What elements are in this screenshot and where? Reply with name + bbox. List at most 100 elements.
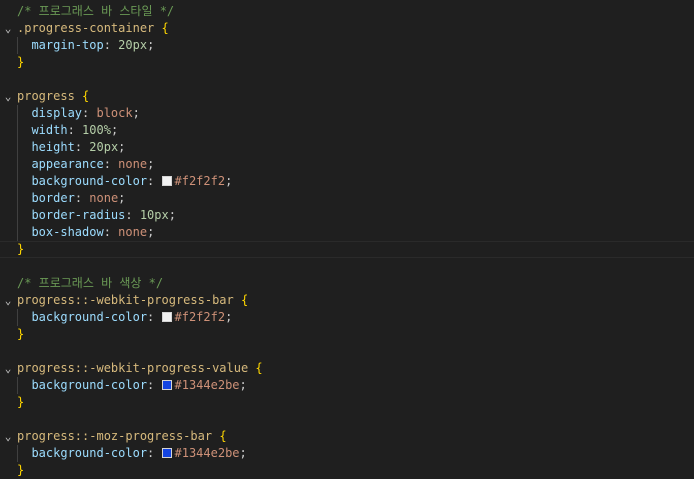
css-value: 20px — [89, 140, 119, 154]
code-text: border: none; — [31, 191, 126, 205]
css-value: #f2f2f2 — [174, 174, 226, 188]
css-value: none — [118, 157, 148, 171]
open-brace: { — [219, 429, 227, 443]
code-line[interactable]: box-shadow: none; — [0, 224, 694, 241]
code-line[interactable]: background-color: #1344e2be; — [0, 377, 694, 394]
code-line[interactable]: border: none; — [0, 190, 694, 207]
code-text: background-color: #1344e2be; — [31, 446, 247, 460]
code-text: background-color: #f2f2f2; — [31, 174, 233, 188]
code-line[interactable] — [0, 343, 694, 360]
css-property: background-color — [31, 310, 148, 324]
code-line[interactable]: border-radius: 10px; — [0, 207, 694, 224]
code-line[interactable]: /* 프로그래스 바 스타일 */ — [0, 3, 694, 20]
css-selector: progress::-webkit-progress-bar — [17, 293, 234, 307]
code-line[interactable]: ⌄ .progress-container { — [0, 20, 694, 37]
code-line[interactable]: height: 20px; — [0, 139, 694, 156]
css-property: height — [31, 140, 75, 154]
code-line[interactable]: margin-top: 20px; — [0, 37, 694, 54]
color-swatch[interactable] — [161, 380, 172, 390]
code-line[interactable]: appearance: none; — [0, 156, 694, 173]
code-line[interactable]: ⌄ progress { — [0, 88, 694, 105]
code-text: height: 20px; — [31, 140, 126, 154]
chevron-down-icon[interactable]: ⌄ — [2, 428, 14, 445]
code-text: appearance: none; — [31, 157, 155, 171]
open-brace: { — [240, 293, 249, 307]
css-value: 10px — [139, 208, 169, 222]
code-line[interactable] — [0, 411, 694, 428]
code-text: border-radius: 10px; — [31, 208, 176, 222]
css-value: #f2f2f2 — [174, 310, 226, 324]
code-text: /* 프로그래스 바 스타일 */ — [17, 3, 174, 20]
color-swatch[interactable] — [161, 448, 172, 458]
code-line[interactable]: width: 100%; — [0, 122, 694, 139]
css-property: background-color — [31, 174, 148, 188]
code-editor[interactable]: /* 프로그래스 바 스타일 */⌄ .progress-container { … — [0, 0, 694, 477]
close-brace: } — [17, 395, 25, 409]
code-text: display: block; — [31, 106, 140, 120]
chevron-down-icon[interactable]: ⌄ — [2, 292, 14, 309]
comment: /* 프로그래스 바 스타일 */ — [17, 4, 175, 18]
code-line[interactable]: } — [0, 241, 694, 258]
css-property: display — [31, 106, 83, 120]
code-text: } — [17, 326, 24, 343]
code-text: background-color: #f2f2f2; — [31, 310, 233, 324]
code-text: background-color: #1344e2be; — [31, 378, 247, 392]
code-line[interactable]: background-color: #1344e2be; — [0, 445, 694, 462]
code-text: width: 100%; — [31, 123, 119, 137]
color-swatch[interactable] — [161, 312, 172, 322]
color-swatch[interactable] — [161, 176, 172, 186]
code-text: } — [17, 394, 24, 411]
code-line[interactable]: } — [0, 394, 694, 411]
css-property: border — [31, 191, 75, 205]
code-line[interactable] — [0, 71, 694, 88]
css-value: none — [118, 225, 148, 239]
code-line[interactable]: ⌄ progress::-moz-progress-bar { — [0, 428, 694, 445]
code-text: progress { — [17, 88, 89, 105]
code-text: progress::-webkit-progress-bar { — [17, 292, 248, 309]
css-value: 20px — [118, 38, 148, 52]
code-line[interactable]: background-color: #f2f2f2; — [0, 309, 694, 326]
css-value: #1344e2be — [174, 446, 240, 460]
css-selector: progress — [17, 89, 75, 103]
css-property: background-color — [31, 446, 148, 460]
code-text: margin-top: 20px; — [31, 38, 155, 52]
open-brace: { — [255, 361, 263, 375]
close-brace: } — [17, 463, 25, 477]
open-brace: { — [161, 21, 169, 35]
css-value: 100% — [82, 123, 111, 137]
code-text: } — [17, 54, 24, 71]
css-selector: progress::-moz-progress-bar — [17, 429, 213, 443]
code-text: progress::-webkit-progress-value { — [17, 360, 263, 377]
chevron-down-icon[interactable]: ⌄ — [2, 88, 14, 105]
css-property: box-shadow — [31, 225, 104, 239]
code-text: /* 프로그래스 바 색상 */ — [17, 275, 163, 292]
css-property: background-color — [31, 378, 148, 392]
code-line[interactable]: background-color: #f2f2f2; — [0, 173, 694, 190]
code-line[interactable]: display: block; — [0, 105, 694, 122]
css-property: border-radius — [31, 208, 126, 222]
code-text: progress::-moz-progress-bar { — [17, 428, 227, 445]
code-text: } — [17, 241, 24, 258]
css-property: width — [31, 123, 68, 137]
css-selector: .progress-container — [17, 21, 155, 35]
code-line[interactable]: } — [0, 326, 694, 343]
code-line[interactable]: ⌄ progress::-webkit-progress-bar { — [0, 292, 694, 309]
code-line[interactable]: ⌄ progress::-webkit-progress-value { — [0, 360, 694, 377]
css-selector: progress::-webkit-progress-value — [17, 361, 249, 375]
chevron-down-icon[interactable]: ⌄ — [2, 360, 14, 377]
code-line[interactable]: } — [0, 54, 694, 71]
close-brace: } — [17, 242, 25, 256]
css-property: appearance — [31, 157, 104, 171]
css-value: block — [96, 106, 133, 120]
code-line[interactable] — [0, 258, 694, 275]
code-line[interactable]: } — [0, 462, 694, 479]
comment: /* 프로그래스 바 색상 */ — [17, 276, 164, 290]
chevron-down-icon[interactable]: ⌄ — [2, 20, 14, 37]
open-brace: { — [82, 89, 90, 103]
code-line[interactable]: /* 프로그래스 바 색상 */ — [0, 275, 694, 292]
close-brace: } — [17, 55, 25, 69]
css-value: none — [89, 191, 119, 205]
css-property: margin-top — [31, 38, 104, 52]
css-value: #1344e2be — [174, 378, 240, 392]
code-text: .progress-container { — [17, 20, 169, 37]
